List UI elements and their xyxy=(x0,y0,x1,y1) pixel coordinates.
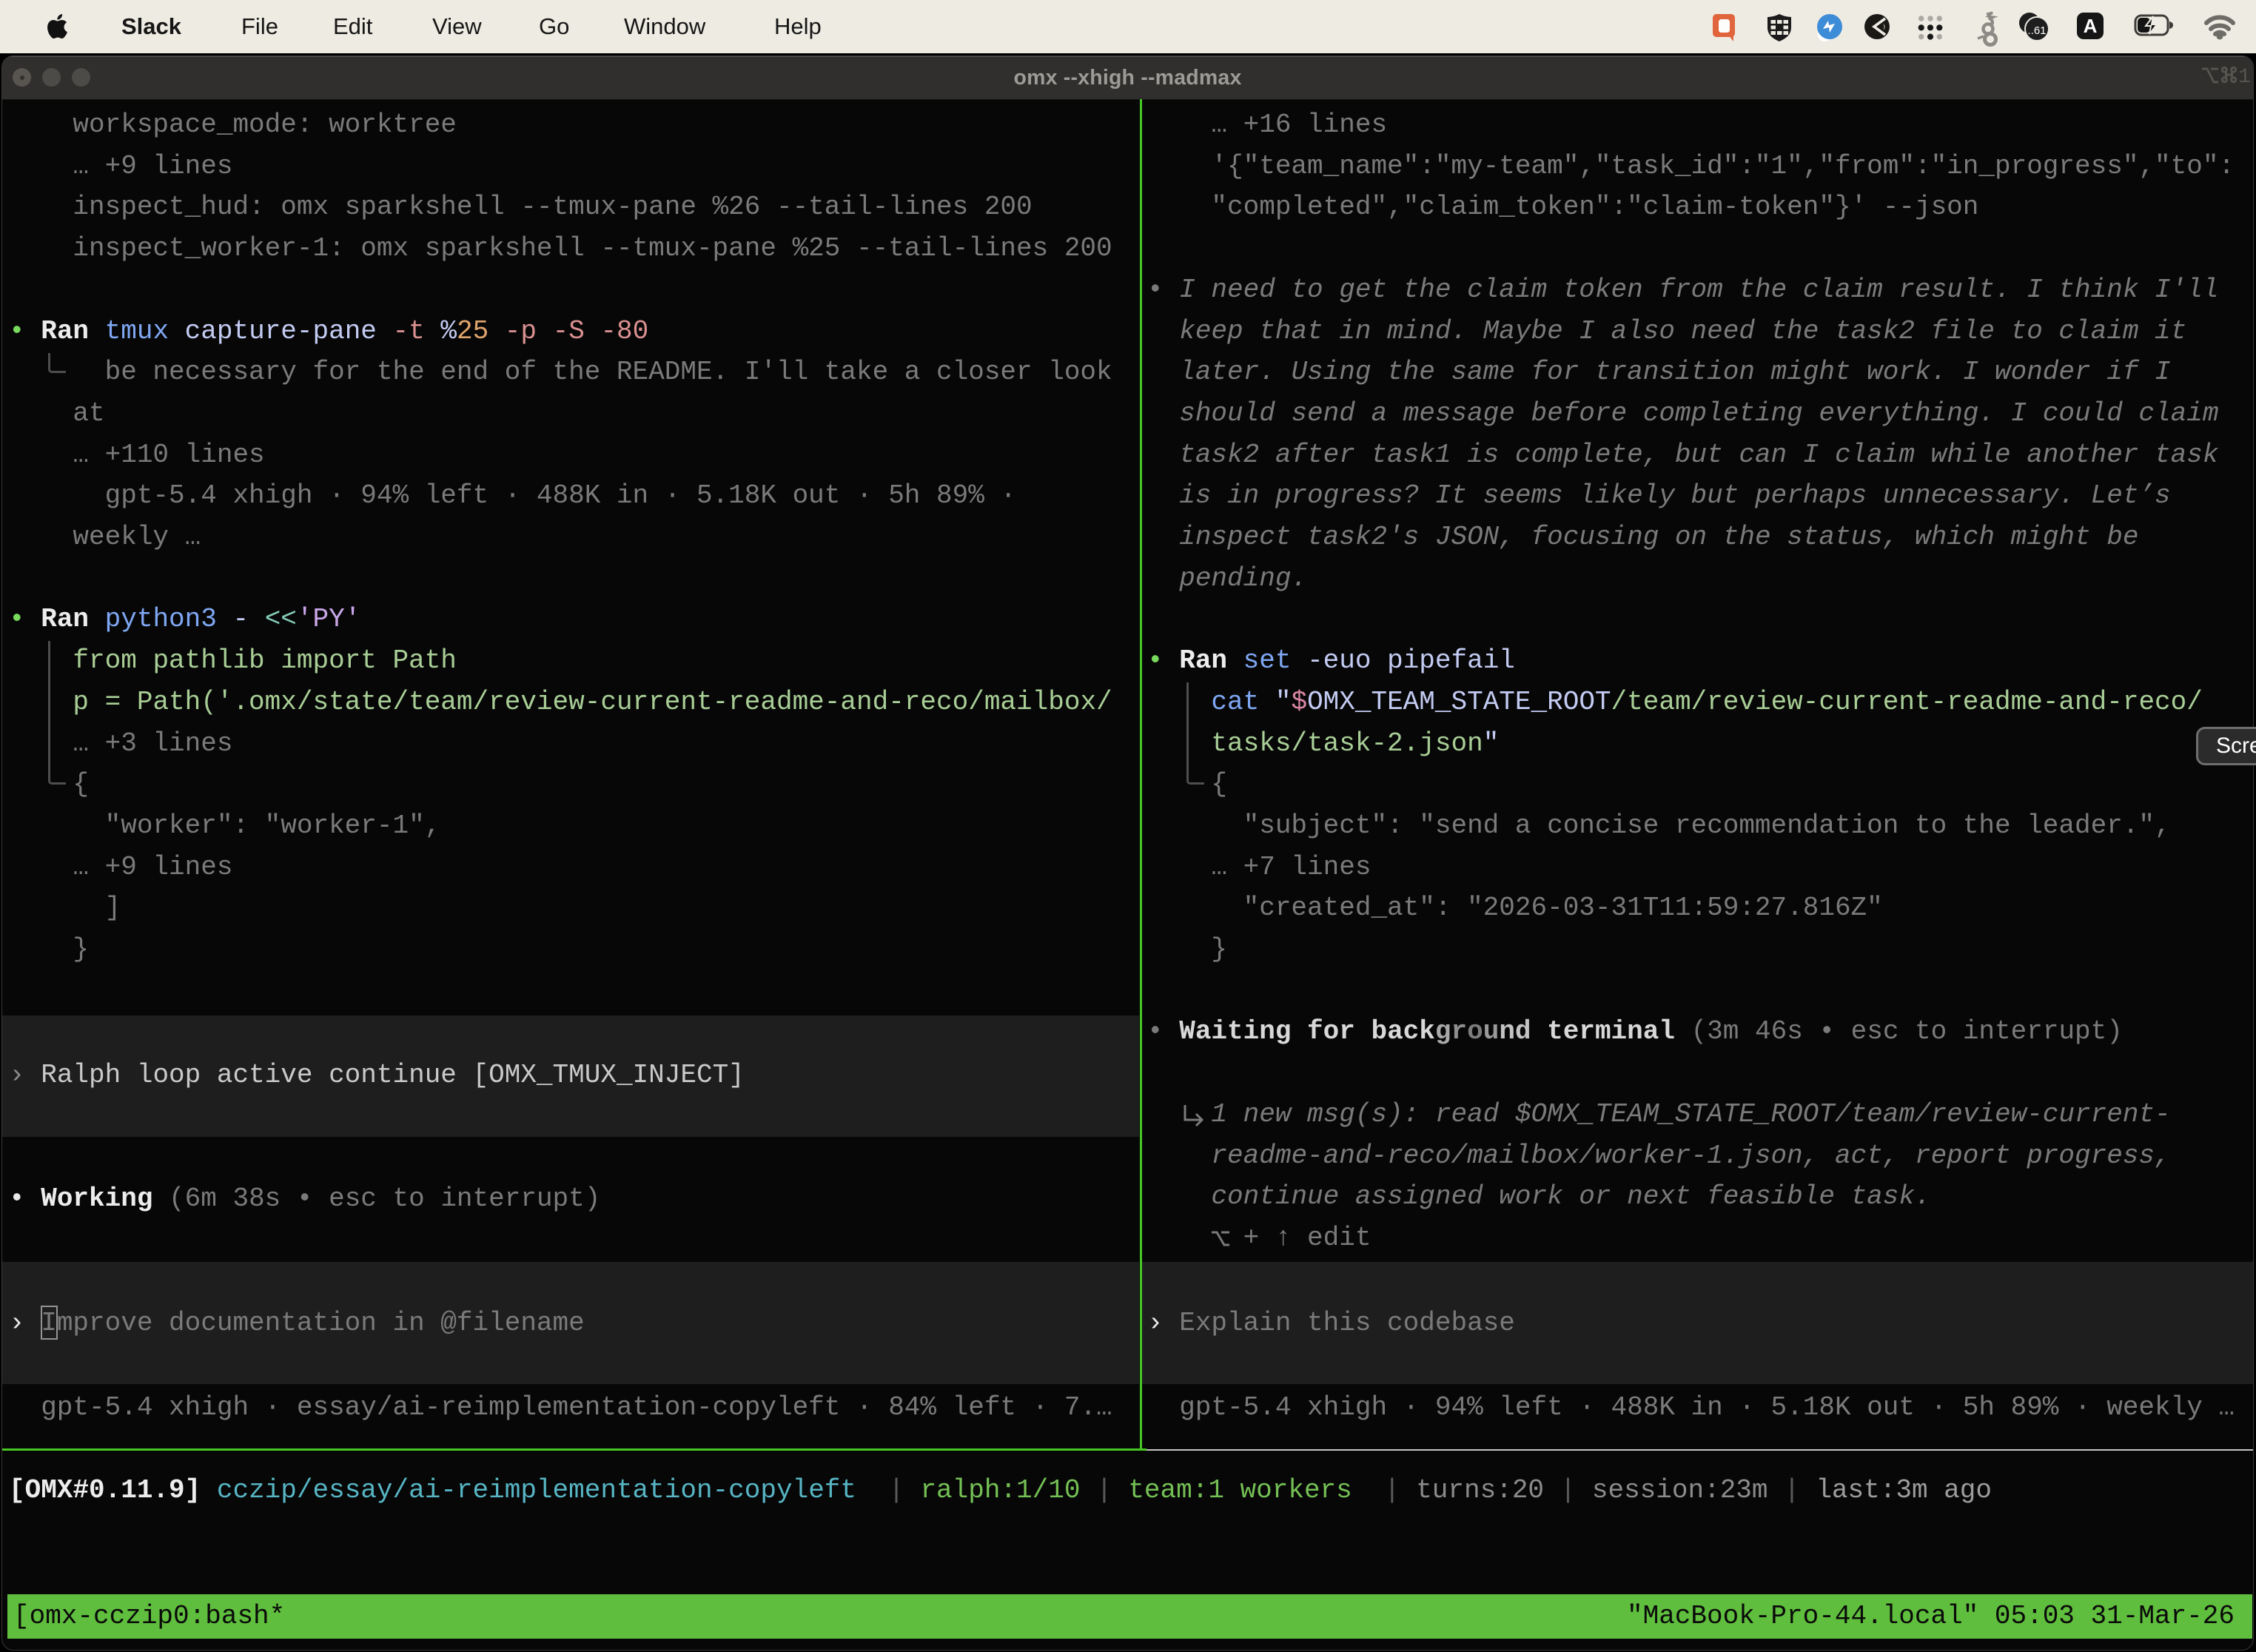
svg-text:A: A xyxy=(2084,15,2098,37)
svg-text:..61: ..61 xyxy=(2027,24,2046,37)
